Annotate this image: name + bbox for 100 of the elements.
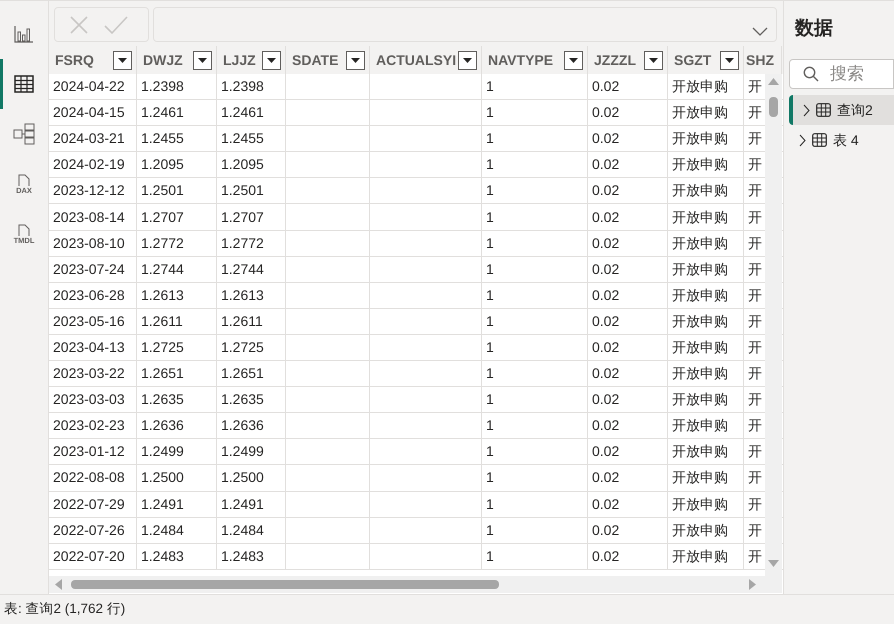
column-header: SDATE [292, 50, 338, 70]
caret-icon [118, 58, 127, 62]
table-cell-text: 0.02 [592, 468, 620, 488]
column-header: ACTUALSYI [376, 50, 456, 70]
table-cell-text: 开放申购 [672, 312, 728, 331]
table-cell-text: 1.2651 [141, 364, 184, 384]
table-cell-text: 1.2499 [221, 442, 264, 462]
table-cell-text: 开 [748, 364, 762, 384]
caret-icon [649, 58, 658, 62]
table-cell-text: 0.02 [592, 546, 620, 566]
table-cell-text: 1.2725 [141, 338, 184, 357]
table-cell-text: 2024-04-22 [53, 77, 125, 96]
table-cell-text: 1.2483 [221, 546, 264, 566]
table-cell-text: 1 [486, 416, 494, 436]
caret-icon [198, 58, 207, 62]
table-cell-text: 1.2484 [221, 520, 264, 540]
table-cell-text: 2022-08-08 [53, 468, 125, 488]
bar-chart-icon [14, 25, 34, 43]
table-cell-text: 2023-06-28 [53, 286, 125, 305]
table-cell-text: 1 [486, 390, 494, 410]
table-cell-text: 开 [748, 416, 762, 436]
table-cell-text: 2023-01-12 [53, 442, 125, 462]
table-cell-text: 开 [748, 468, 762, 488]
table-cell-text: 1.2501 [141, 181, 184, 200]
filter-dropdown[interactable] [193, 50, 212, 70]
table-cell-text: 1.2725 [221, 338, 264, 357]
table-cell-text: 开放申购 [672, 494, 728, 514]
table-cell-text: 2024-02-19 [53, 155, 125, 174]
table-cell-text: 1.2707 [221, 208, 264, 227]
table-cell-text: 1 [486, 208, 494, 227]
search-icon [803, 66, 819, 82]
table-cell-text: 开放申购 [672, 129, 728, 148]
table-cell-text: 1.2636 [141, 416, 184, 436]
table-cell-text: 1.2095 [221, 155, 264, 174]
table-cell-text: 开放申购 [672, 364, 728, 384]
table-cell-text: 1.2499 [141, 442, 184, 462]
table-cell-text: 1.2707 [141, 208, 184, 227]
caret-icon [725, 58, 734, 62]
table-cell-text: 开 [748, 494, 762, 514]
table-cell-text: 0.02 [592, 260, 620, 279]
filter-dropdown[interactable] [458, 50, 477, 70]
filter-dropdown[interactable] [720, 50, 739, 70]
table-cell-text: 1.2095 [141, 155, 184, 174]
table-cell-text: 1 [486, 181, 494, 200]
formula-field[interactable] [153, 7, 777, 42]
column-header: NAVTYPE [488, 50, 554, 70]
table-cell-text: 开 [748, 442, 762, 462]
table-cell-text: 0.02 [592, 234, 620, 253]
table-cell-text: 开放申购 [672, 181, 728, 200]
table-cell-text: 开 [748, 338, 762, 357]
table-cell-text: 1.2461 [221, 103, 264, 122]
table-cell-text: 1.2744 [141, 260, 184, 279]
column-header: DWJZ [143, 50, 183, 70]
chevron-right-icon [799, 134, 806, 146]
table-cell-text: 1 [486, 442, 494, 462]
table-cell-text: 0.02 [592, 181, 620, 200]
table-cell-text: 开 [748, 77, 762, 96]
filter-dropdown[interactable] [346, 50, 365, 70]
table-cell-text: 1.2455 [141, 129, 184, 148]
table-cell-text: 1.2651 [221, 364, 264, 384]
table-cell-text: 开 [748, 312, 762, 331]
scroll-thumb[interactable] [71, 580, 499, 589]
filter-dropdown[interactable] [564, 50, 583, 70]
table-cell-text: 1 [486, 286, 494, 305]
caret-icon [267, 58, 276, 62]
table-cell-text: 2024-03-21 [53, 129, 125, 148]
table-cell-text: 0.02 [592, 286, 620, 305]
table-cell-text: 开放申购 [672, 546, 728, 566]
tree-item[interactable]: 表 4 [789, 125, 894, 155]
table-cell-text: 1.2398 [141, 77, 184, 96]
table-cell-text: 1 [486, 494, 494, 514]
table-cell-text: 1 [486, 364, 494, 384]
table-cell-text: 1 [486, 103, 494, 122]
filter-dropdown[interactable] [644, 50, 663, 70]
table-cell-text: 开放申购 [672, 77, 728, 96]
table-cell-text: 0.02 [592, 494, 620, 514]
table-cell-text: 1.2744 [221, 260, 264, 279]
column-header: FSRQ [55, 50, 94, 70]
table-cell-text: 开放申购 [672, 103, 728, 122]
document-icon [18, 224, 30, 236]
horizontal-scrollbar[interactable] [49, 576, 782, 593]
table-cell-text: 1.2772 [221, 234, 264, 253]
pane-title: 数据 [794, 17, 834, 41]
search-field[interactable]: 搜索 [789, 59, 894, 89]
tree-item[interactable]: 查询2 [789, 95, 894, 125]
table-cell-text: 开放申购 [672, 234, 728, 253]
table-cell-text: 开 [748, 260, 762, 279]
table-cell-text: 1.2636 [221, 416, 264, 436]
table-cell-text: 1 [486, 129, 494, 148]
status-text: 表: 查询2 (1,762 行) [4, 600, 126, 618]
scroll-thumb[interactable] [769, 97, 778, 117]
table-cell-text: 开放申购 [672, 286, 728, 305]
table-cell-text: 1.2613 [141, 286, 184, 305]
filter-dropdown[interactable] [262, 50, 281, 70]
filter-dropdown[interactable] [113, 50, 132, 70]
caret-icon [569, 58, 578, 62]
table-cell-text: 0.02 [592, 208, 620, 227]
table-cell-text: 1.2611 [141, 312, 183, 331]
table-cell-text: 2023-08-14 [53, 208, 125, 227]
checkmark-icon [104, 14, 128, 34]
